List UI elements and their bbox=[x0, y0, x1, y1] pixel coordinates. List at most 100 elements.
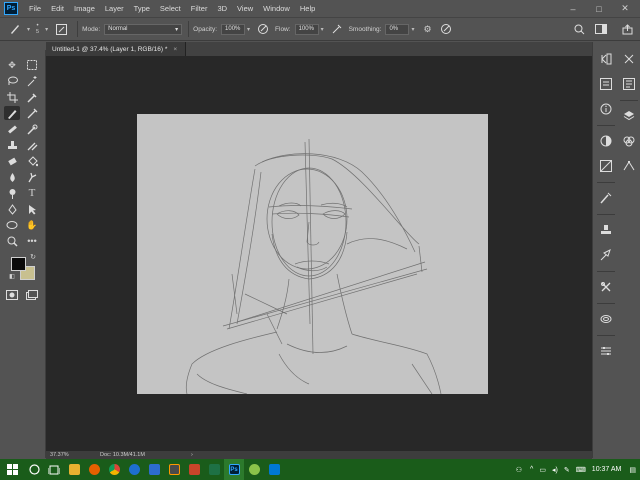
menu-filter[interactable]: Filter bbox=[186, 4, 213, 13]
powerpoint-icon[interactable] bbox=[184, 459, 204, 480]
quick-mask-icon[interactable] bbox=[4, 288, 20, 302]
brush-settings-panel-icon[interactable] bbox=[54, 22, 68, 36]
clone-source-icon[interactable] bbox=[597, 221, 615, 239]
notifications-icon[interactable]: ▤ bbox=[629, 466, 636, 474]
opacity-input[interactable]: 100% bbox=[221, 23, 246, 35]
healing-tool-icon[interactable] bbox=[4, 122, 20, 136]
pressure-size-icon[interactable] bbox=[439, 22, 453, 36]
navigator-panel-icon[interactable] bbox=[620, 50, 638, 68]
move-tool-icon[interactable]: ✥ bbox=[4, 58, 20, 72]
default-colors-icon[interactable]: ◧ bbox=[8, 272, 16, 280]
eraser-tool-icon[interactable] bbox=[4, 154, 20, 168]
blur-tool-icon[interactable] bbox=[4, 170, 20, 184]
eyedropper-tool-icon[interactable] bbox=[24, 90, 40, 104]
smudge-tool-icon[interactable] bbox=[24, 170, 40, 184]
zoom-tool-icon[interactable] bbox=[4, 234, 20, 248]
close-icon[interactable]: × bbox=[173, 46, 177, 53]
layers-panel-icon[interactable] bbox=[620, 107, 638, 125]
photoshop-taskbar-icon[interactable]: Ps bbox=[224, 459, 244, 480]
app-globe-icon[interactable] bbox=[244, 459, 264, 480]
minimize-button[interactable]: – bbox=[560, 0, 586, 17]
windows-start-icon[interactable] bbox=[0, 459, 24, 480]
close-button[interactable]: ✕ bbox=[612, 0, 638, 17]
brushes-panel-icon[interactable] bbox=[597, 246, 615, 264]
channels-panel-icon[interactable] bbox=[620, 132, 638, 150]
menu-view[interactable]: View bbox=[232, 4, 258, 13]
adjustments-panel-icon[interactable] bbox=[597, 342, 615, 360]
menu-type[interactable]: Type bbox=[129, 4, 155, 13]
people-icon[interactable]: ⚇ bbox=[516, 466, 522, 474]
swap-colors-icon[interactable]: ↻ bbox=[28, 252, 38, 262]
hand-tool-icon[interactable]: ✋ bbox=[24, 218, 40, 232]
tool-presets-icon[interactable] bbox=[597, 278, 615, 296]
maximize-button[interactable]: □ bbox=[586, 0, 612, 17]
pressure-opacity-icon[interactable] bbox=[256, 22, 270, 36]
foreground-color-swatch[interactable] bbox=[11, 257, 26, 271]
canvas[interactable] bbox=[137, 114, 488, 395]
file-explorer-icon[interactable] bbox=[64, 459, 84, 480]
chevron-up-icon[interactable]: ^ bbox=[530, 466, 533, 473]
path-select-tool-icon[interactable] bbox=[24, 202, 40, 216]
paths-panel-icon[interactable] bbox=[620, 157, 638, 175]
crop-tool-icon[interactable] bbox=[4, 90, 20, 104]
sublime-text-icon[interactable] bbox=[164, 459, 184, 480]
store-icon[interactable] bbox=[144, 459, 164, 480]
airbrush-icon[interactable] bbox=[330, 22, 344, 36]
flow-input[interactable]: 100% bbox=[294, 23, 319, 35]
properties-panel-icon[interactable] bbox=[597, 100, 615, 118]
lasso-tool-icon[interactable] bbox=[4, 74, 20, 88]
chrome-icon[interactable] bbox=[104, 459, 124, 480]
zoom-level[interactable]: 37.37% bbox=[50, 452, 94, 458]
mixer-brush-tool-icon[interactable] bbox=[24, 138, 40, 152]
dodge-tool-icon[interactable] bbox=[4, 186, 20, 200]
history-panel-icon[interactable] bbox=[597, 50, 615, 68]
info-panel-icon[interactable] bbox=[597, 75, 615, 93]
status-menu-arrow-icon[interactable]: › bbox=[191, 452, 193, 458]
brush-tool-icon[interactable] bbox=[4, 106, 20, 120]
ellipse-tool-icon[interactable] bbox=[4, 218, 20, 232]
brush-settings-icon[interactable] bbox=[597, 189, 615, 207]
menu-select[interactable]: Select bbox=[155, 4, 186, 13]
magic-wand-tool-icon[interactable] bbox=[24, 74, 40, 88]
menu-3d[interactable]: 3D bbox=[212, 4, 232, 13]
clock-time[interactable]: 10:37 AM bbox=[592, 466, 622, 473]
network-icon[interactable]: ▭ bbox=[539, 466, 546, 474]
document-tab[interactable]: Untitled-1 @ 37.4% (Layer 1, RGB/16) * × bbox=[46, 42, 186, 56]
vscode-icon[interactable] bbox=[264, 459, 284, 480]
screen-mode-icon[interactable] bbox=[24, 288, 40, 302]
edge-icon[interactable] bbox=[124, 459, 144, 480]
flow-caret-icon[interactable]: ▾ bbox=[321, 26, 324, 33]
menu-layer[interactable]: Layer bbox=[100, 4, 129, 13]
history-brush-tool-icon[interactable] bbox=[24, 122, 40, 136]
smoothing-input[interactable]: 0% bbox=[385, 23, 410, 35]
libraries-panel-icon[interactable] bbox=[597, 310, 615, 328]
menu-image[interactable]: Image bbox=[69, 4, 100, 13]
menu-edit[interactable]: Edit bbox=[46, 4, 69, 13]
search-icon[interactable] bbox=[24, 459, 44, 480]
stamp-tool-icon[interactable] bbox=[4, 138, 20, 152]
gear-icon[interactable]: ⚙ bbox=[420, 22, 434, 36]
pencil-tool-icon[interactable] bbox=[24, 106, 40, 120]
brush-preset-icon[interactable] bbox=[8, 22, 22, 36]
brush-preset-caret-icon[interactable]: ▾ bbox=[27, 26, 30, 33]
menu-window[interactable]: Window bbox=[258, 4, 295, 13]
swatches-panel-icon[interactable] bbox=[597, 157, 615, 175]
character-panel-icon[interactable] bbox=[620, 75, 638, 93]
brush-size-picker[interactable]: • 5 bbox=[36, 23, 39, 35]
smoothing-caret-icon[interactable]: ▾ bbox=[411, 26, 414, 33]
menu-file[interactable]: File bbox=[24, 4, 46, 13]
task-view-icon[interactable] bbox=[44, 459, 64, 480]
more-tools-icon[interactable]: ••• bbox=[24, 234, 40, 248]
search-icon[interactable] bbox=[572, 22, 586, 36]
paint-bucket-tool-icon[interactable] bbox=[24, 154, 40, 168]
color-panel-icon[interactable] bbox=[597, 132, 615, 150]
opacity-caret-icon[interactable]: ▾ bbox=[247, 26, 250, 33]
excel-icon[interactable] bbox=[204, 459, 224, 480]
artboard-tool-icon[interactable] bbox=[24, 58, 40, 72]
menu-help[interactable]: Help bbox=[295, 4, 320, 13]
keyboard-icon[interactable]: ⌨ bbox=[576, 466, 586, 474]
workspace-icon[interactable] bbox=[594, 22, 608, 36]
type-tool-icon[interactable]: T bbox=[24, 186, 40, 200]
share-icon[interactable] bbox=[620, 22, 634, 36]
brush-size-caret-icon[interactable]: ▾ bbox=[45, 26, 48, 33]
